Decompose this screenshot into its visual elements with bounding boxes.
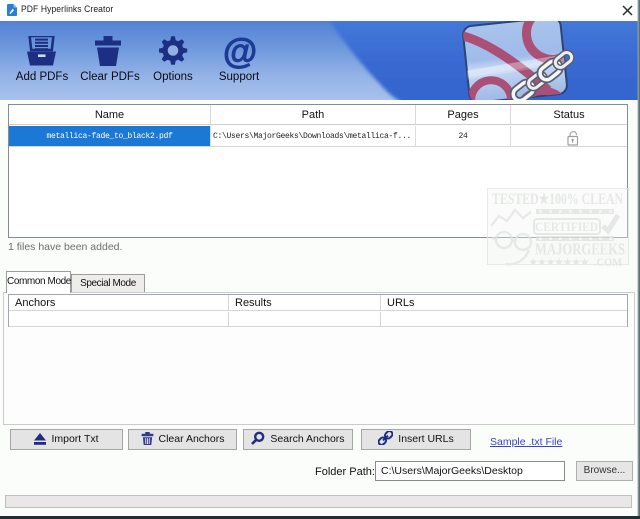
svg-text:TESTED★100% CLEAN: TESTED★100% CLEAN bbox=[492, 191, 623, 208]
svg-text:CERTIFIED: CERTIFIED bbox=[535, 219, 598, 234]
svg-text:.COM: .COM bbox=[594, 255, 622, 269]
svg-text:★★★★★★★: ★★★★★★★ bbox=[529, 257, 590, 267]
